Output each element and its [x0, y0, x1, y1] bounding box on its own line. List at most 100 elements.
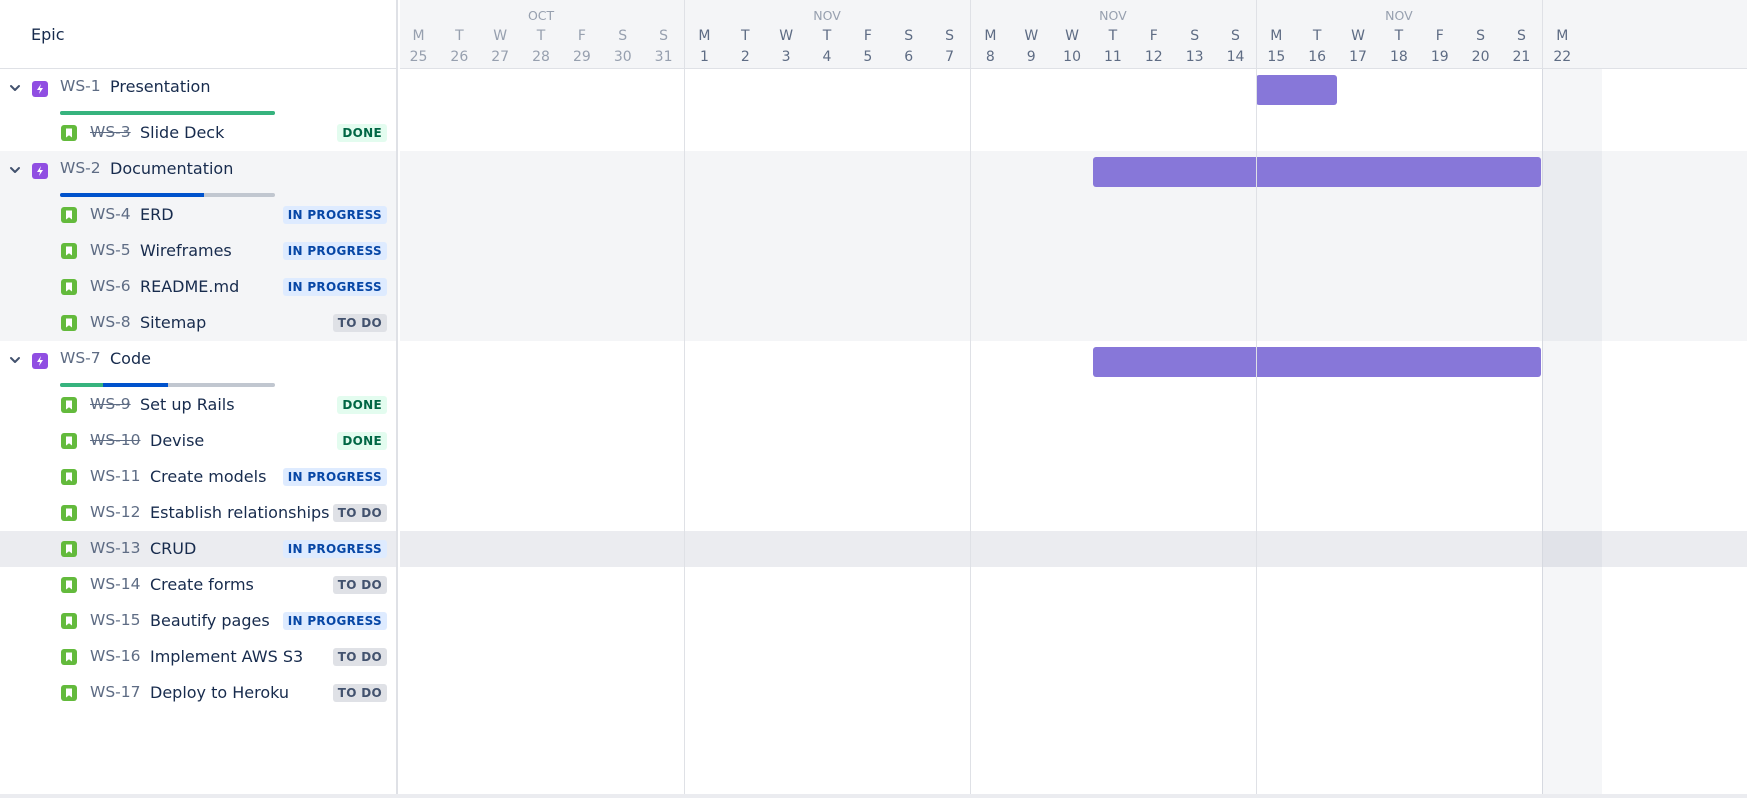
month-label: NOV	[1385, 8, 1413, 23]
day-number-label: 16	[1308, 49, 1327, 65]
day-of-week-label: F	[1435, 28, 1444, 44]
issue-row[interactable]: WS-8 Sitemap TO DO	[0, 305, 396, 341]
issue-row[interactable]: WS-4 ERD IN PROGRESS	[0, 197, 396, 233]
day-number-label: 2	[740, 49, 750, 65]
day-of-week-label: T	[741, 28, 750, 44]
month-label: NOV	[813, 8, 841, 23]
status-lozenge[interactable]: IN PROGRESS	[282, 206, 387, 224]
issue-row[interactable]: WS-6 README.md IN PROGRESS	[0, 269, 396, 305]
timeline-header: M 25 T 26 W 27 T 28 F 29 S 30 S 31 M 1 T 2 W 3 T 4 F 5 S 6 S 7 M 8 W 9 W…	[400, 0, 1747, 69]
chevron-down-icon[interactable]	[8, 353, 22, 367]
issue-row[interactable]: WS-10 Devise DONE	[0, 423, 396, 459]
issue-summary[interactable]: Slide Deck	[140, 123, 224, 142]
issue-key[interactable]: WS-6	[90, 277, 131, 295]
month-label: NOV	[1099, 8, 1127, 23]
issue-row[interactable]: WS-3 Slide Deck DONE	[0, 115, 396, 151]
epic-row[interactable]: WS-7 Code	[0, 341, 396, 387]
day-of-week-label: S	[1516, 28, 1526, 44]
status-lozenge[interactable]: IN PROGRESS	[282, 612, 387, 630]
day-of-week-label: M	[698, 28, 711, 44]
status-lozenge[interactable]: IN PROGRESS	[282, 242, 387, 260]
issue-key[interactable]: WS-9	[90, 395, 131, 413]
issue-summary[interactable]: Deploy to Heroku	[150, 683, 289, 702]
epic-key[interactable]: WS-7	[60, 349, 101, 367]
chevron-down-icon[interactable]	[8, 81, 22, 95]
issue-row[interactable]: WS-15 Beautify pages IN PROGRESS	[0, 603, 396, 639]
day-of-week-label: W	[493, 28, 508, 44]
issue-summary[interactable]: Implement AWS S3	[150, 647, 303, 666]
issue-row[interactable]: WS-13 CRUD IN PROGRESS	[0, 531, 396, 567]
issue-key[interactable]: WS-15	[90, 611, 140, 629]
story-icon	[61, 397, 77, 413]
day-number-label: 17	[1349, 49, 1367, 65]
epic-icon	[32, 163, 48, 179]
status-lozenge[interactable]: DONE	[337, 396, 387, 414]
status-lozenge[interactable]: DONE	[337, 124, 387, 142]
issue-summary[interactable]: CRUD	[150, 539, 196, 558]
day-number-label: 13	[1185, 49, 1204, 65]
issue-summary[interactable]: Establish relationships	[150, 503, 330, 522]
issue-key[interactable]: WS-17	[90, 683, 140, 701]
issue-row[interactable]: WS-9 Set up Rails DONE	[0, 387, 396, 423]
issue-row[interactable]: WS-5 Wireframes IN PROGRESS	[0, 233, 396, 269]
issue-key[interactable]: WS-5	[90, 241, 131, 259]
day-number-label: 25	[409, 49, 428, 65]
issue-row[interactable]: WS-17 Deploy to Heroku TO DO	[0, 675, 396, 711]
epic-timeline-bar[interactable]	[1092, 157, 1542, 187]
issue-key[interactable]: WS-3	[90, 123, 131, 141]
issue-summary[interactable]: Create models	[150, 467, 266, 486]
issue-row[interactable]: WS-12 Establish relationships TO DO	[0, 495, 396, 531]
horizontal-scrollbar[interactable]	[0, 794, 1747, 798]
epic-summary[interactable]: Documentation	[110, 159, 233, 178]
issue-key[interactable]: WS-8	[90, 313, 131, 331]
status-lozenge[interactable]: TO DO	[332, 314, 387, 332]
epic-row[interactable]: WS-1 Presentation	[0, 69, 396, 115]
status-lozenge[interactable]: DONE	[337, 432, 387, 450]
epic-summary[interactable]: Presentation	[110, 77, 210, 96]
day-of-week-label: F	[1149, 28, 1158, 44]
epic-icon	[32, 81, 48, 97]
issue-summary[interactable]: Beautify pages	[150, 611, 270, 630]
issue-summary[interactable]: Create forms	[150, 575, 254, 594]
issue-summary[interactable]: ERD	[140, 205, 174, 224]
day-number-label: 31	[654, 49, 673, 65]
day-of-week-label: F	[577, 28, 586, 44]
day-number-label: 21	[1512, 49, 1531, 65]
issue-summary[interactable]: Set up Rails	[140, 395, 235, 414]
epic-timeline-bar[interactable]	[1256, 75, 1338, 105]
day-number-label: 6	[904, 49, 914, 65]
epic-key[interactable]: WS-1	[60, 77, 101, 95]
day-of-week-label: S	[659, 28, 669, 44]
issue-row[interactable]: WS-14 Create forms TO DO	[0, 567, 396, 603]
issue-row[interactable]: WS-16 Implement AWS S3 TO DO	[0, 639, 396, 675]
month-label: OCT	[527, 8, 555, 23]
issue-summary[interactable]: README.md	[140, 277, 239, 296]
day-of-week-label: W	[1351, 28, 1365, 44]
epic-summary[interactable]: Code	[110, 349, 151, 368]
day-of-week-label: M	[984, 28, 997, 44]
status-lozenge[interactable]: TO DO	[332, 576, 387, 594]
issue-summary[interactable]: Sitemap	[140, 313, 206, 332]
issue-row[interactable]: WS-11 Create models IN PROGRESS	[0, 459, 396, 495]
issue-key[interactable]: WS-12	[90, 503, 140, 521]
issue-key[interactable]: WS-13	[90, 539, 140, 557]
status-lozenge[interactable]: TO DO	[332, 648, 387, 666]
status-lozenge[interactable]: IN PROGRESS	[282, 278, 387, 296]
chevron-down-icon[interactable]	[8, 163, 22, 177]
issue-key[interactable]: WS-4	[90, 205, 131, 223]
status-lozenge[interactable]: IN PROGRESS	[282, 468, 387, 486]
issue-summary[interactable]: Devise	[150, 431, 204, 450]
epic-timeline-bar[interactable]	[1092, 347, 1542, 377]
week-separator	[684, 0, 686, 798]
day-number-label: 4	[822, 49, 832, 65]
epic-row[interactable]: WS-2 Documentation	[0, 151, 396, 197]
epic-key[interactable]: WS-2	[60, 159, 101, 177]
issue-summary[interactable]: Wireframes	[140, 241, 232, 260]
issue-key[interactable]: WS-11	[90, 467, 140, 485]
status-lozenge[interactable]: IN PROGRESS	[282, 540, 387, 558]
status-lozenge[interactable]: TO DO	[332, 684, 387, 702]
issue-key[interactable]: WS-16	[90, 647, 140, 665]
issue-key[interactable]: WS-14	[90, 575, 140, 593]
issue-key[interactable]: WS-10	[90, 431, 140, 449]
status-lozenge[interactable]: TO DO	[332, 504, 387, 522]
